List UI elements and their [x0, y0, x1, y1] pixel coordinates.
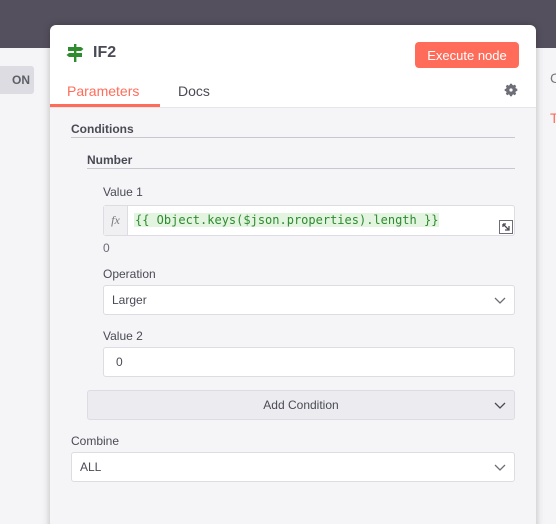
gear-icon[interactable]: [503, 82, 519, 98]
conditions-title: Conditions: [71, 122, 134, 136]
fx-icon: fx: [104, 206, 128, 235]
value2-value: 0: [116, 355, 123, 369]
execute-node-button[interactable]: Execute node: [415, 42, 519, 68]
background-tab-peek-active: T: [550, 110, 556, 126]
conditions-divider: [71, 137, 515, 138]
combine-label: Combine: [71, 434, 120, 448]
chevron-down-icon: [494, 402, 506, 409]
chevron-down-icon: [494, 297, 506, 304]
add-condition-button[interactable]: Add Condition: [87, 390, 515, 420]
value2-label: Value 2: [103, 329, 143, 343]
tab-docs[interactable]: Docs: [178, 83, 210, 99]
signpost-icon: [66, 44, 84, 62]
number-divider: [87, 168, 515, 169]
operation-label: Operation: [103, 267, 156, 281]
expand-expression-icon[interactable]: [499, 220, 513, 234]
panel-header: IF2 Execute node Parameters Docs: [50, 25, 536, 107]
tab-parameters[interactable]: Parameters: [67, 83, 139, 99]
operation-value: Larger: [112, 293, 147, 307]
chevron-down-icon: [494, 464, 506, 471]
add-condition-label: Add Condition: [263, 398, 339, 412]
parameters-body: Conditions Number Value 1 fx {{ Object.k…: [50, 107, 536, 524]
number-group-title: Number: [87, 153, 133, 167]
value1-expression: {{ Object.keys($json.properties).length …: [134, 213, 440, 227]
node-title[interactable]: IF2: [93, 44, 116, 62]
value2-input[interactable]: 0: [103, 347, 515, 377]
value1-label: Value 1: [103, 185, 143, 199]
background-tab-peek: C: [550, 70, 556, 86]
background-node-button: ON: [0, 66, 34, 94]
node-settings-panel: IF2 Execute node Parameters Docs Conditi…: [50, 25, 536, 524]
value1-expression-field[interactable]: fx {{ Object.keys($json.properties).leng…: [103, 205, 515, 236]
canvas: ON C T IF2 Execute node Parameters Docs …: [0, 0, 556, 524]
operation-select[interactable]: Larger: [103, 285, 515, 315]
value1-result: 0: [103, 241, 110, 255]
combine-select[interactable]: ALL: [71, 452, 515, 482]
combine-value: ALL: [80, 460, 102, 474]
